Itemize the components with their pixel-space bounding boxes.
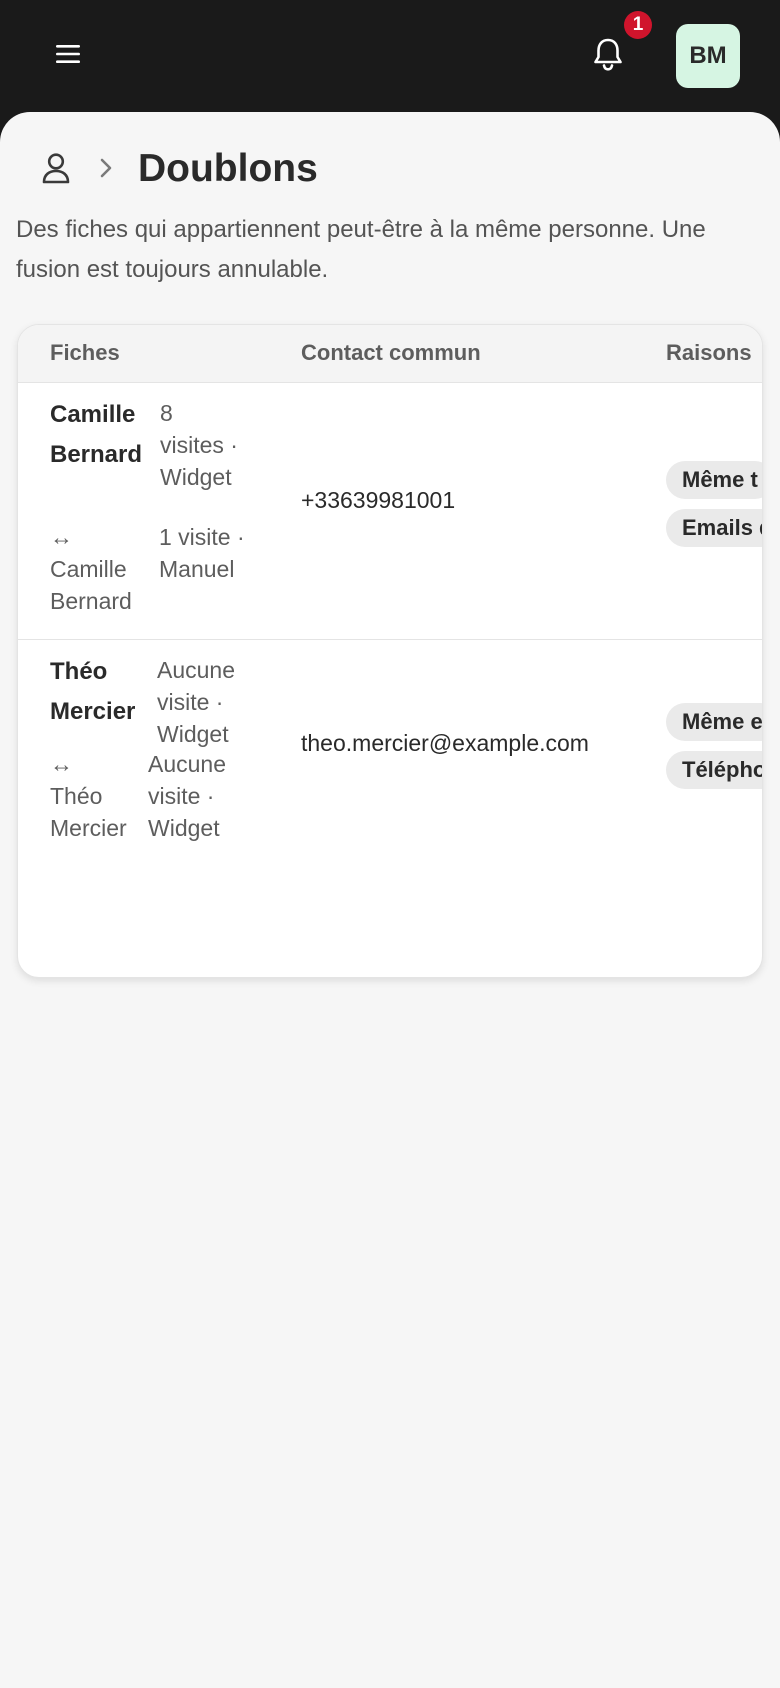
user-avatar[interactable]: BM xyxy=(676,24,740,88)
page-description: Des fiches qui appartiennent peut-être à… xyxy=(16,216,706,283)
reason-chip: Même e xyxy=(666,703,762,741)
person-icon xyxy=(42,153,70,184)
duplicate-record-meta: Aucune visite · Widget xyxy=(148,751,227,841)
shared-contact: +33639981001 xyxy=(301,487,456,513)
bell-icon xyxy=(594,38,622,71)
breadcrumb: Doublons xyxy=(32,138,318,198)
primary-record-meta: 8 visites · Widget xyxy=(160,400,238,490)
main-content: Doublons Des fiches qui appartiennent pe… xyxy=(0,112,780,1688)
notification-count-badge: 1 xyxy=(624,11,652,39)
table-row[interactable]: Théo Mercier Aucune visite · Widget ↔ Th… xyxy=(18,640,762,865)
shared-contact: theo.mercier@example.com xyxy=(301,730,589,756)
duplicate-record-meta: 1 visite · Manuel xyxy=(159,524,245,582)
page-title: Doublons xyxy=(138,146,318,190)
hamburger-menu-icon xyxy=(56,45,80,63)
duplicates-table: Fiches Contact commun Raisons Camille Be… xyxy=(17,324,763,978)
breadcrumb-separator xyxy=(86,148,126,188)
reason-chip: Même t xyxy=(666,461,762,499)
column-header-raisons: Raisons xyxy=(666,340,752,365)
duplicate-record-name[interactable]: Théo Mercier xyxy=(50,780,135,844)
primary-record-name[interactable]: Camille Bernard xyxy=(50,395,150,475)
table-row[interactable]: Camille Bernard 8 visites · Widget ↔ Cam… xyxy=(18,383,762,640)
column-header-fiches: Fiches xyxy=(50,340,120,365)
reason-chip: Télépho xyxy=(666,751,762,789)
chevron-right-icon xyxy=(100,158,112,178)
breadcrumb-contacts-link[interactable] xyxy=(32,144,80,192)
merge-arrow-icon: ↔ xyxy=(50,751,73,777)
merge-arrow-icon: ↔ xyxy=(50,524,73,550)
column-header-contact: Contact commun xyxy=(301,340,481,365)
menu-button[interactable] xyxy=(42,28,94,80)
primary-record-meta: Aucune visite · Widget xyxy=(157,657,236,747)
notifications-button[interactable] xyxy=(582,28,634,80)
reason-chip: Emails d xyxy=(666,509,762,547)
duplicate-record-name[interactable]: Camille Bernard xyxy=(50,553,140,617)
table-header: Fiches Contact commun Raisons xyxy=(18,325,762,383)
top-bar: 1 BM xyxy=(0,0,780,112)
primary-record-name[interactable]: Théo Mercier xyxy=(50,652,150,732)
